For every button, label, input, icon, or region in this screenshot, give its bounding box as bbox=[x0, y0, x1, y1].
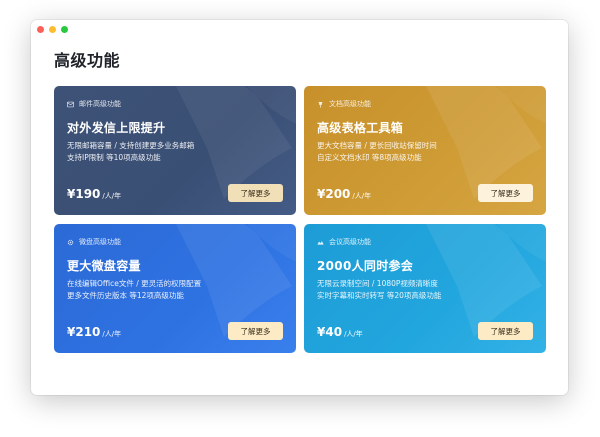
card-desc-line: 在线编辑Office文件 / 更灵活的权限配置 bbox=[67, 279, 202, 288]
app-window: 高级功能 邮件高级功能 对外发信上限提升 无限邮箱容量 / 支持创建更多业务邮箱… bbox=[31, 20, 568, 395]
card-title: 高级表格工具箱 bbox=[317, 121, 404, 135]
card-description: 在线编辑Office文件 / 更灵活的权限配置 更多文件历史版本 等12项高级功… bbox=[67, 278, 201, 302]
card-category: 微盘高级功能 bbox=[79, 238, 121, 246]
price-unit: /人/年 bbox=[352, 192, 372, 200]
feature-cards-grid: 邮件高级功能 对外发信上限提升 无限邮箱容量 / 支持创建更多业务邮箱 支持IP… bbox=[54, 86, 546, 353]
card-desc-line: 更多文件历史版本 等12项高级功能 bbox=[67, 291, 184, 300]
card-header: 会议高级功能 bbox=[317, 237, 371, 247]
card-description: 更大文档容量 / 更长回收站保留时间 自定义文档水印 等8项高级功能 bbox=[317, 140, 437, 164]
price-unit: /人/年 bbox=[102, 330, 122, 338]
pin-icon bbox=[318, 101, 323, 108]
card-price: ¥190 /人/年 bbox=[67, 187, 121, 201]
feature-card-drive[interactable]: 微盘高级功能 更大微盘容量 在线编辑Office文件 / 更灵活的权限配置 更多… bbox=[54, 224, 296, 353]
card-desc-line: 支持IP限制 等10项高级功能 bbox=[67, 153, 161, 162]
card-desc-line: 实时字幕和实时转写 等20项高级功能 bbox=[317, 291, 442, 300]
learn-more-button[interactable]: 了解更多 bbox=[478, 322, 533, 340]
card-price: ¥40 /人/年 bbox=[317, 325, 363, 339]
price-amount: ¥200 bbox=[317, 187, 351, 201]
card-price: ¥200 /人/年 bbox=[317, 187, 371, 201]
learn-more-button[interactable]: 了解更多 bbox=[228, 184, 283, 202]
feature-card-meeting[interactable]: 会议高级功能 2000人同时参会 无限云录制空间 / 1080P视频清晰度 实时… bbox=[304, 224, 546, 353]
feature-card-mail[interactable]: 邮件高级功能 对外发信上限提升 无限邮箱容量 / 支持创建更多业务邮箱 支持IP… bbox=[54, 86, 296, 215]
card-desc-line: 无限云录制空间 / 1080P视频清晰度 bbox=[317, 279, 438, 288]
price-amount: ¥210 bbox=[67, 325, 101, 339]
maximize-window-button[interactable] bbox=[61, 26, 68, 33]
minimize-window-button[interactable] bbox=[49, 26, 56, 33]
card-category: 会议高级功能 bbox=[329, 238, 371, 246]
card-desc-line: 无限邮箱容量 / 支持创建更多业务邮箱 bbox=[67, 141, 195, 150]
learn-more-button[interactable]: 了解更多 bbox=[228, 322, 283, 340]
card-title: 2000人同时参会 bbox=[317, 259, 414, 273]
mail-icon bbox=[67, 101, 74, 107]
close-window-button[interactable] bbox=[37, 26, 44, 33]
price-amount: ¥40 bbox=[317, 325, 343, 339]
feature-card-docs[interactable]: 文档高级功能 高级表格工具箱 更大文档容量 / 更长回收站保留时间 自定义文档水… bbox=[304, 86, 546, 215]
card-header: 邮件高级功能 bbox=[67, 99, 121, 109]
card-description: 无限云录制空间 / 1080P视频清晰度 实时字幕和实时转写 等20项高级功能 bbox=[317, 278, 441, 302]
card-title: 更大微盘容量 bbox=[67, 259, 141, 273]
page-title: 高级功能 bbox=[54, 51, 121, 70]
card-header: 文档高级功能 bbox=[317, 99, 371, 109]
card-desc-line: 自定义文档水印 等8项高级功能 bbox=[317, 153, 422, 162]
card-title: 对外发信上限提升 bbox=[67, 121, 166, 135]
card-price: ¥210 /人/年 bbox=[67, 325, 121, 339]
price-unit: /人/年 bbox=[102, 192, 122, 200]
price-unit: /人/年 bbox=[344, 330, 363, 338]
gear-icon bbox=[67, 239, 74, 245]
card-description: 无限邮箱容量 / 支持创建更多业务邮箱 支持IP限制 等10项高级功能 bbox=[67, 140, 194, 164]
price-amount: ¥190 bbox=[67, 187, 101, 201]
card-category: 文档高级功能 bbox=[329, 100, 371, 108]
card-desc-line: 更大文档容量 / 更长回收站保留时间 bbox=[317, 141, 437, 150]
window-controls bbox=[37, 26, 68, 33]
learn-more-button[interactable]: 了解更多 bbox=[478, 184, 533, 202]
meeting-icon bbox=[317, 240, 324, 245]
card-header: 微盘高级功能 bbox=[67, 237, 121, 247]
card-category: 邮件高级功能 bbox=[79, 100, 121, 108]
